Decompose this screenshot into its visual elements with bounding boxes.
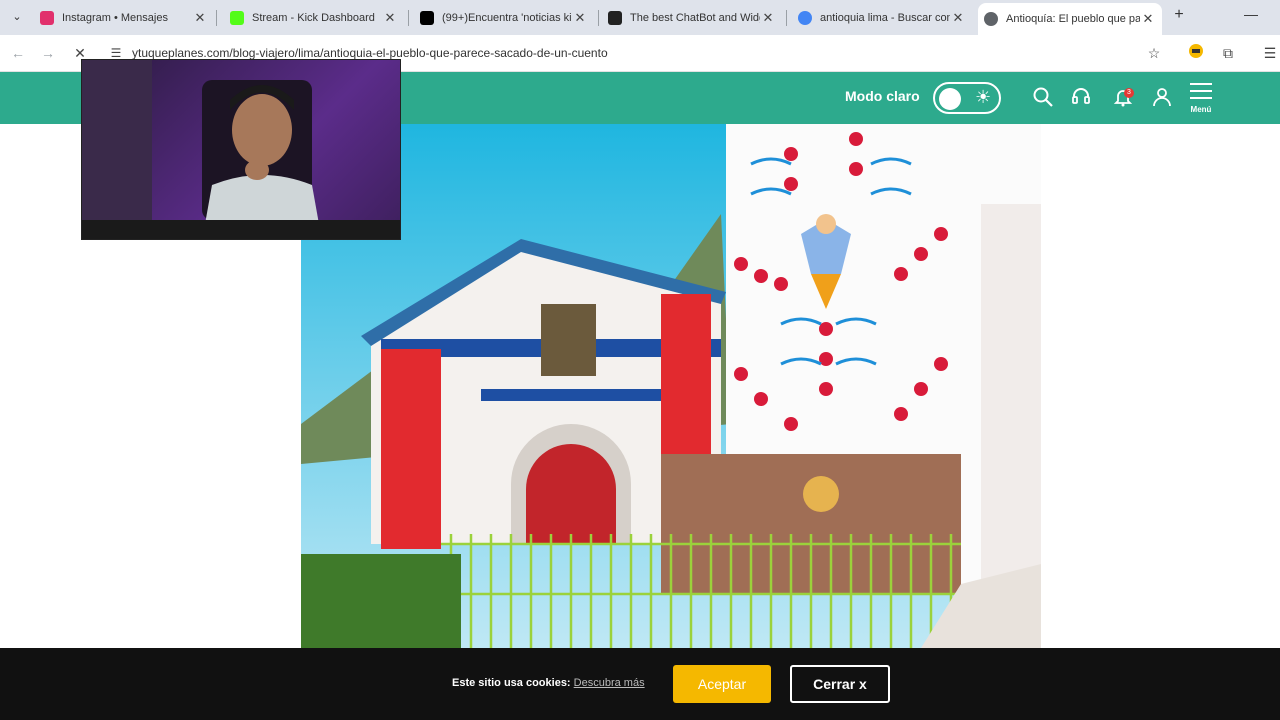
close-tab-icon[interactable]: ✕ [760, 10, 776, 26]
tab-separator [408, 10, 409, 26]
cookie-text: Este sitio usa cookies: [452, 677, 571, 689]
address-bar-url[interactable]: ytuqueplanes.com/blog-viajero/lima/antio… [132, 46, 608, 60]
tab-title: Antioquía: El pueblo que pa [1006, 13, 1140, 25]
bookmark-star-icon[interactable]: ☆ [1144, 43, 1164, 63]
close-tab-icon[interactable]: ✕ [382, 10, 398, 26]
extensions-puzzle-icon[interactable]: ⧉ [1218, 43, 1238, 63]
close-tab-icon[interactable]: ✕ [572, 10, 588, 26]
tab-separator [216, 10, 217, 26]
user-icon[interactable] [1150, 86, 1174, 110]
learn-more-link[interactable]: Descubra más [574, 677, 645, 689]
side-panel-icon[interactable]: ☰ [1260, 43, 1280, 63]
tab-search-dropdown-icon[interactable]: ⌄ [6, 6, 28, 28]
tab-google-search[interactable]: antioquia lima - Buscar con ✕ [792, 5, 972, 31]
headset-icon[interactable] [1069, 86, 1093, 110]
close-tab-icon[interactable]: ✕ [1140, 11, 1156, 27]
tab-instagram[interactable]: Instagram • Mensajes ✕ [34, 5, 214, 31]
mode-label: Modo claro [845, 88, 920, 104]
hamburger-menu-icon[interactable] [1189, 80, 1213, 104]
tab-kick-dashboard[interactable]: Stream - Kick Dashboard ✕ [224, 5, 404, 31]
tab-title: antioquia lima - Buscar con [820, 12, 950, 24]
google-favicon-icon [798, 11, 812, 25]
sun-icon: ☀ [975, 87, 992, 107]
notification-badge: 3 [1124, 88, 1134, 98]
tab-antioquia-active[interactable]: Antioquía: El pueblo que pa ✕ [978, 3, 1162, 35]
window-minimize-icon[interactable]: — [1244, 6, 1264, 22]
menu-label: Menú [1190, 105, 1212, 114]
tab-title: Instagram • Mensajes [62, 12, 168, 24]
toggle-knob [939, 88, 961, 110]
tab-separator [786, 10, 787, 26]
tab-tiktok[interactable]: (99+)Encuentra 'noticias kick ✕ [414, 5, 594, 31]
close-tab-icon[interactable]: ✕ [950, 10, 966, 26]
tab-title: The best ChatBot and Widge [630, 12, 760, 24]
close-cookie-banner-button[interactable]: Cerrar x [790, 665, 890, 703]
tiktok-favicon-icon [420, 11, 434, 25]
browser-tab-strip: ⌄ Instagram • Mensajes ✕ Stream - Kick D… [0, 0, 1280, 35]
instagram-favicon-icon [40, 11, 54, 25]
hero-image-church [301, 124, 1041, 648]
back-arrow-icon[interactable]: ← [8, 43, 28, 63]
light-mode-toggle[interactable]: ☀ [933, 82, 1001, 114]
webcam-overlay [81, 59, 401, 240]
tab-title: Stream - Kick Dashboard [252, 12, 375, 24]
new-tab-button[interactable]: + [1170, 6, 1188, 28]
accept-cookies-button[interactable]: Aceptar [673, 665, 771, 703]
kick-favicon-icon [230, 11, 244, 25]
cookie-message: Este sitio usa cookies: Descubra más [452, 677, 645, 689]
cookie-banner: Este sitio usa cookies: Descubra más Ace… [0, 648, 1280, 720]
chatgpt-favicon-icon [608, 11, 622, 25]
close-tab-icon[interactable]: ✕ [192, 10, 208, 26]
forward-arrow-icon[interactable]: → [38, 43, 58, 63]
search-icon[interactable] [1031, 86, 1055, 110]
loading-favicon-icon [984, 12, 998, 26]
tab-separator [598, 10, 599, 26]
tab-title: (99+)Encuentra 'noticias kick [442, 12, 572, 24]
extension-coin-icon[interactable] [1186, 43, 1206, 63]
tab-chatgpt[interactable]: The best ChatBot and Widge ✕ [602, 5, 782, 31]
